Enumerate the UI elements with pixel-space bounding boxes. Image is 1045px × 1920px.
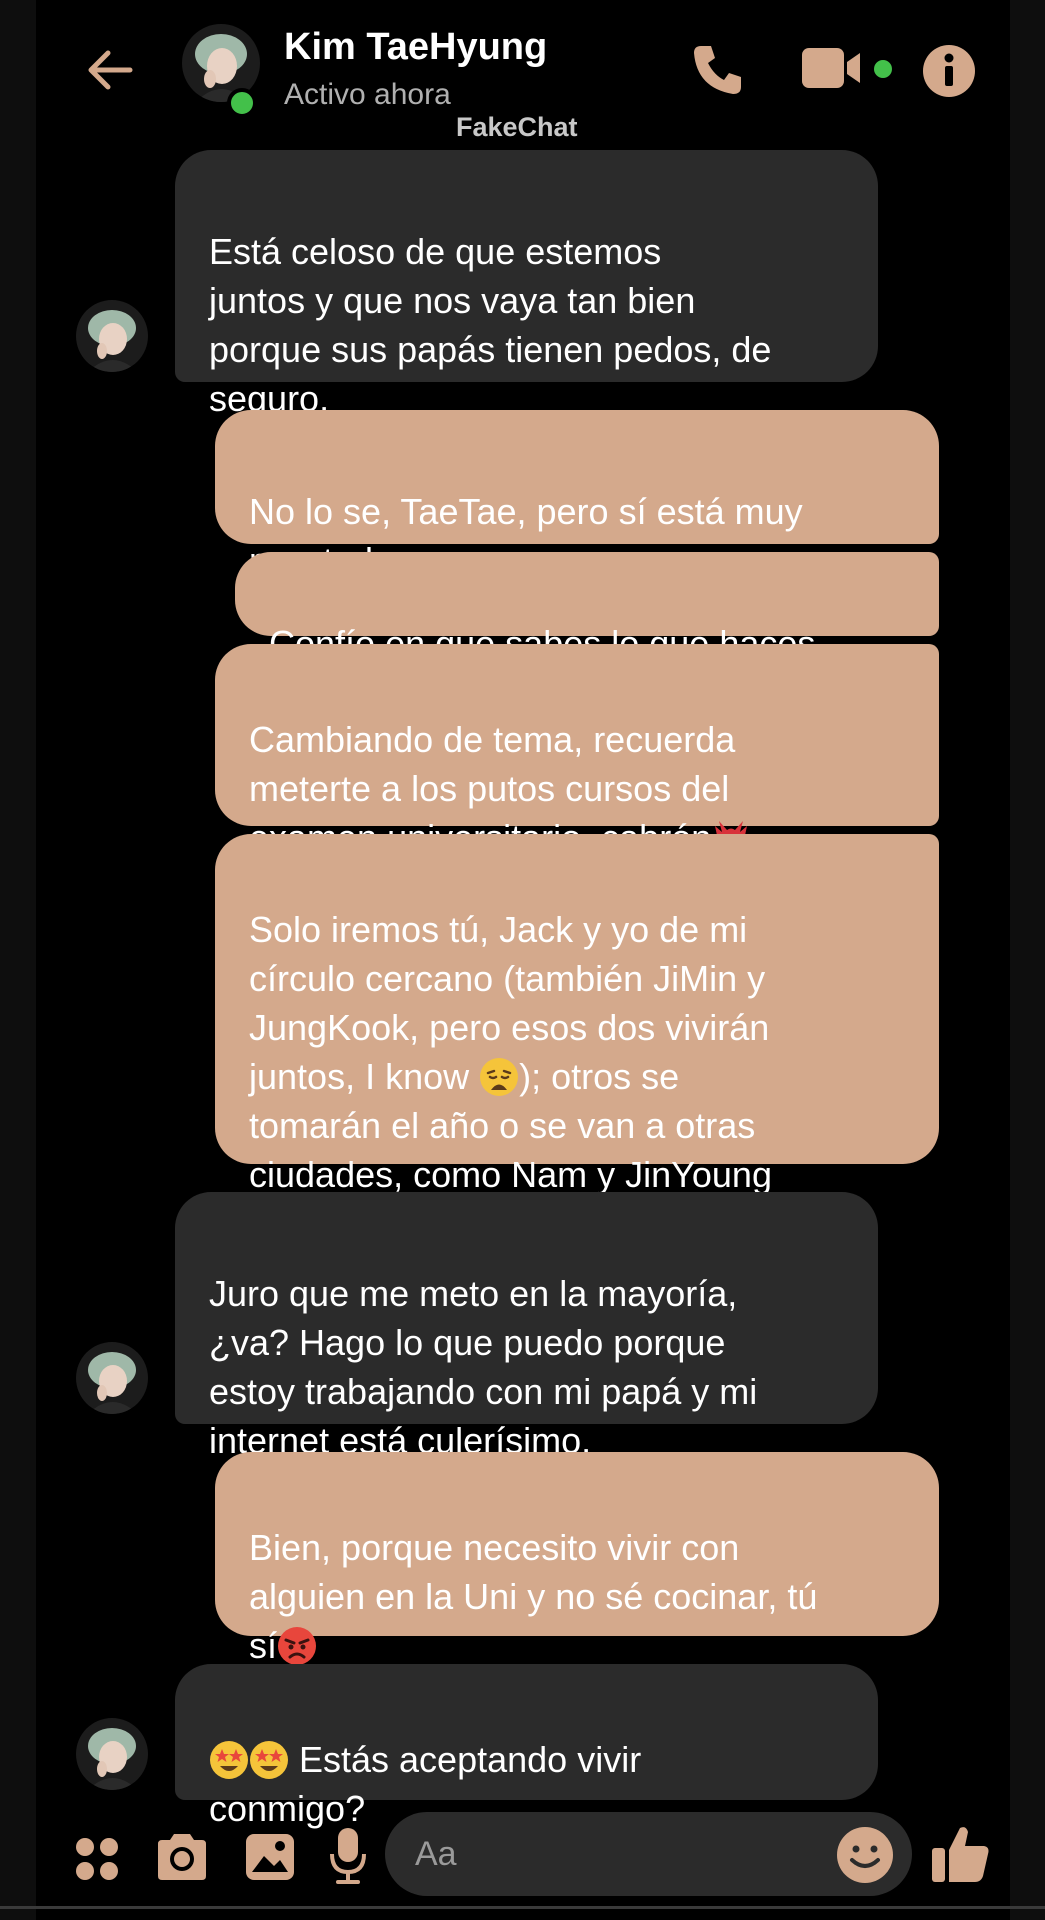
info-icon xyxy=(923,45,975,97)
contact-avatar-small xyxy=(76,1342,148,1414)
video-call-button[interactable] xyxy=(802,46,864,90)
message-text: Está celoso de que estemos juntos y que … xyxy=(209,231,772,419)
image-icon xyxy=(246,1834,294,1880)
message-text: Bien, porque necesito vivir con alguien … xyxy=(249,1527,818,1666)
message-input[interactable]: Aa xyxy=(385,1812,912,1896)
video-online-indicator xyxy=(874,60,892,78)
weary-face-emoji xyxy=(479,1057,519,1097)
contact-avatar-small xyxy=(76,300,148,372)
message-received[interactable]: Juro que me meto en la mayoría, ¿va? Hag… xyxy=(175,1192,878,1461)
chat-screen: Kim TaeHyung Activo ahora FakeChat Está … xyxy=(36,0,1010,1920)
phone-icon xyxy=(694,46,741,94)
contact-avatar-small xyxy=(76,1718,148,1790)
video-camera-icon xyxy=(802,48,860,88)
thumbs-up-icon xyxy=(932,1827,989,1882)
call-button[interactable] xyxy=(689,40,747,98)
arrow-left-icon xyxy=(88,50,133,90)
angry-face-emoji xyxy=(277,1626,317,1666)
message-input-placeholder: Aa xyxy=(415,1835,457,1873)
message-sent[interactable]: Confío en que sabes lo que haces. xyxy=(235,552,939,664)
message-text: Juro que me meto en la mayoría, ¿va? Hag… xyxy=(209,1273,758,1461)
message-received[interactable]: Está celoso de que estemos juntos y que … xyxy=(175,150,878,419)
microphone-icon xyxy=(330,1828,366,1884)
gallery-button[interactable] xyxy=(244,1832,296,1882)
bottom-divider xyxy=(0,1906,1045,1909)
back-button[interactable] xyxy=(80,40,140,100)
contact-status: Activo ahora xyxy=(284,78,451,111)
camera-icon xyxy=(158,1834,206,1880)
message-sent[interactable]: Bien, porque necesito vivir con alguien … xyxy=(215,1452,939,1666)
voice-button[interactable] xyxy=(328,1826,368,1886)
star-struck-emoji xyxy=(209,1740,249,1780)
contact-name[interactable]: Kim TaeHyung xyxy=(284,26,547,69)
camera-button[interactable] xyxy=(154,1832,210,1882)
message-sent[interactable]: No lo se, TaeTae, pero sí está muy raro … xyxy=(215,410,939,581)
menu-button[interactable] xyxy=(74,1836,120,1882)
like-button[interactable] xyxy=(930,1822,992,1884)
info-button[interactable] xyxy=(922,44,976,98)
watermark: FakeChat xyxy=(456,112,578,142)
message-received[interactable]: Estás aceptando vivir conmigo? xyxy=(175,1664,878,1829)
emoji-button[interactable] xyxy=(836,1826,894,1884)
message-sent[interactable]: Solo iremos tú, Jack y yo de mi círculo … xyxy=(215,834,939,1195)
online-indicator xyxy=(227,88,257,118)
message-sent[interactable]: Cambiando de tema, recuerda meterte a lo… xyxy=(215,644,939,858)
grid-menu-icon xyxy=(76,1838,118,1880)
smiley-icon xyxy=(837,1827,893,1883)
star-struck-emoji xyxy=(249,1740,289,1780)
